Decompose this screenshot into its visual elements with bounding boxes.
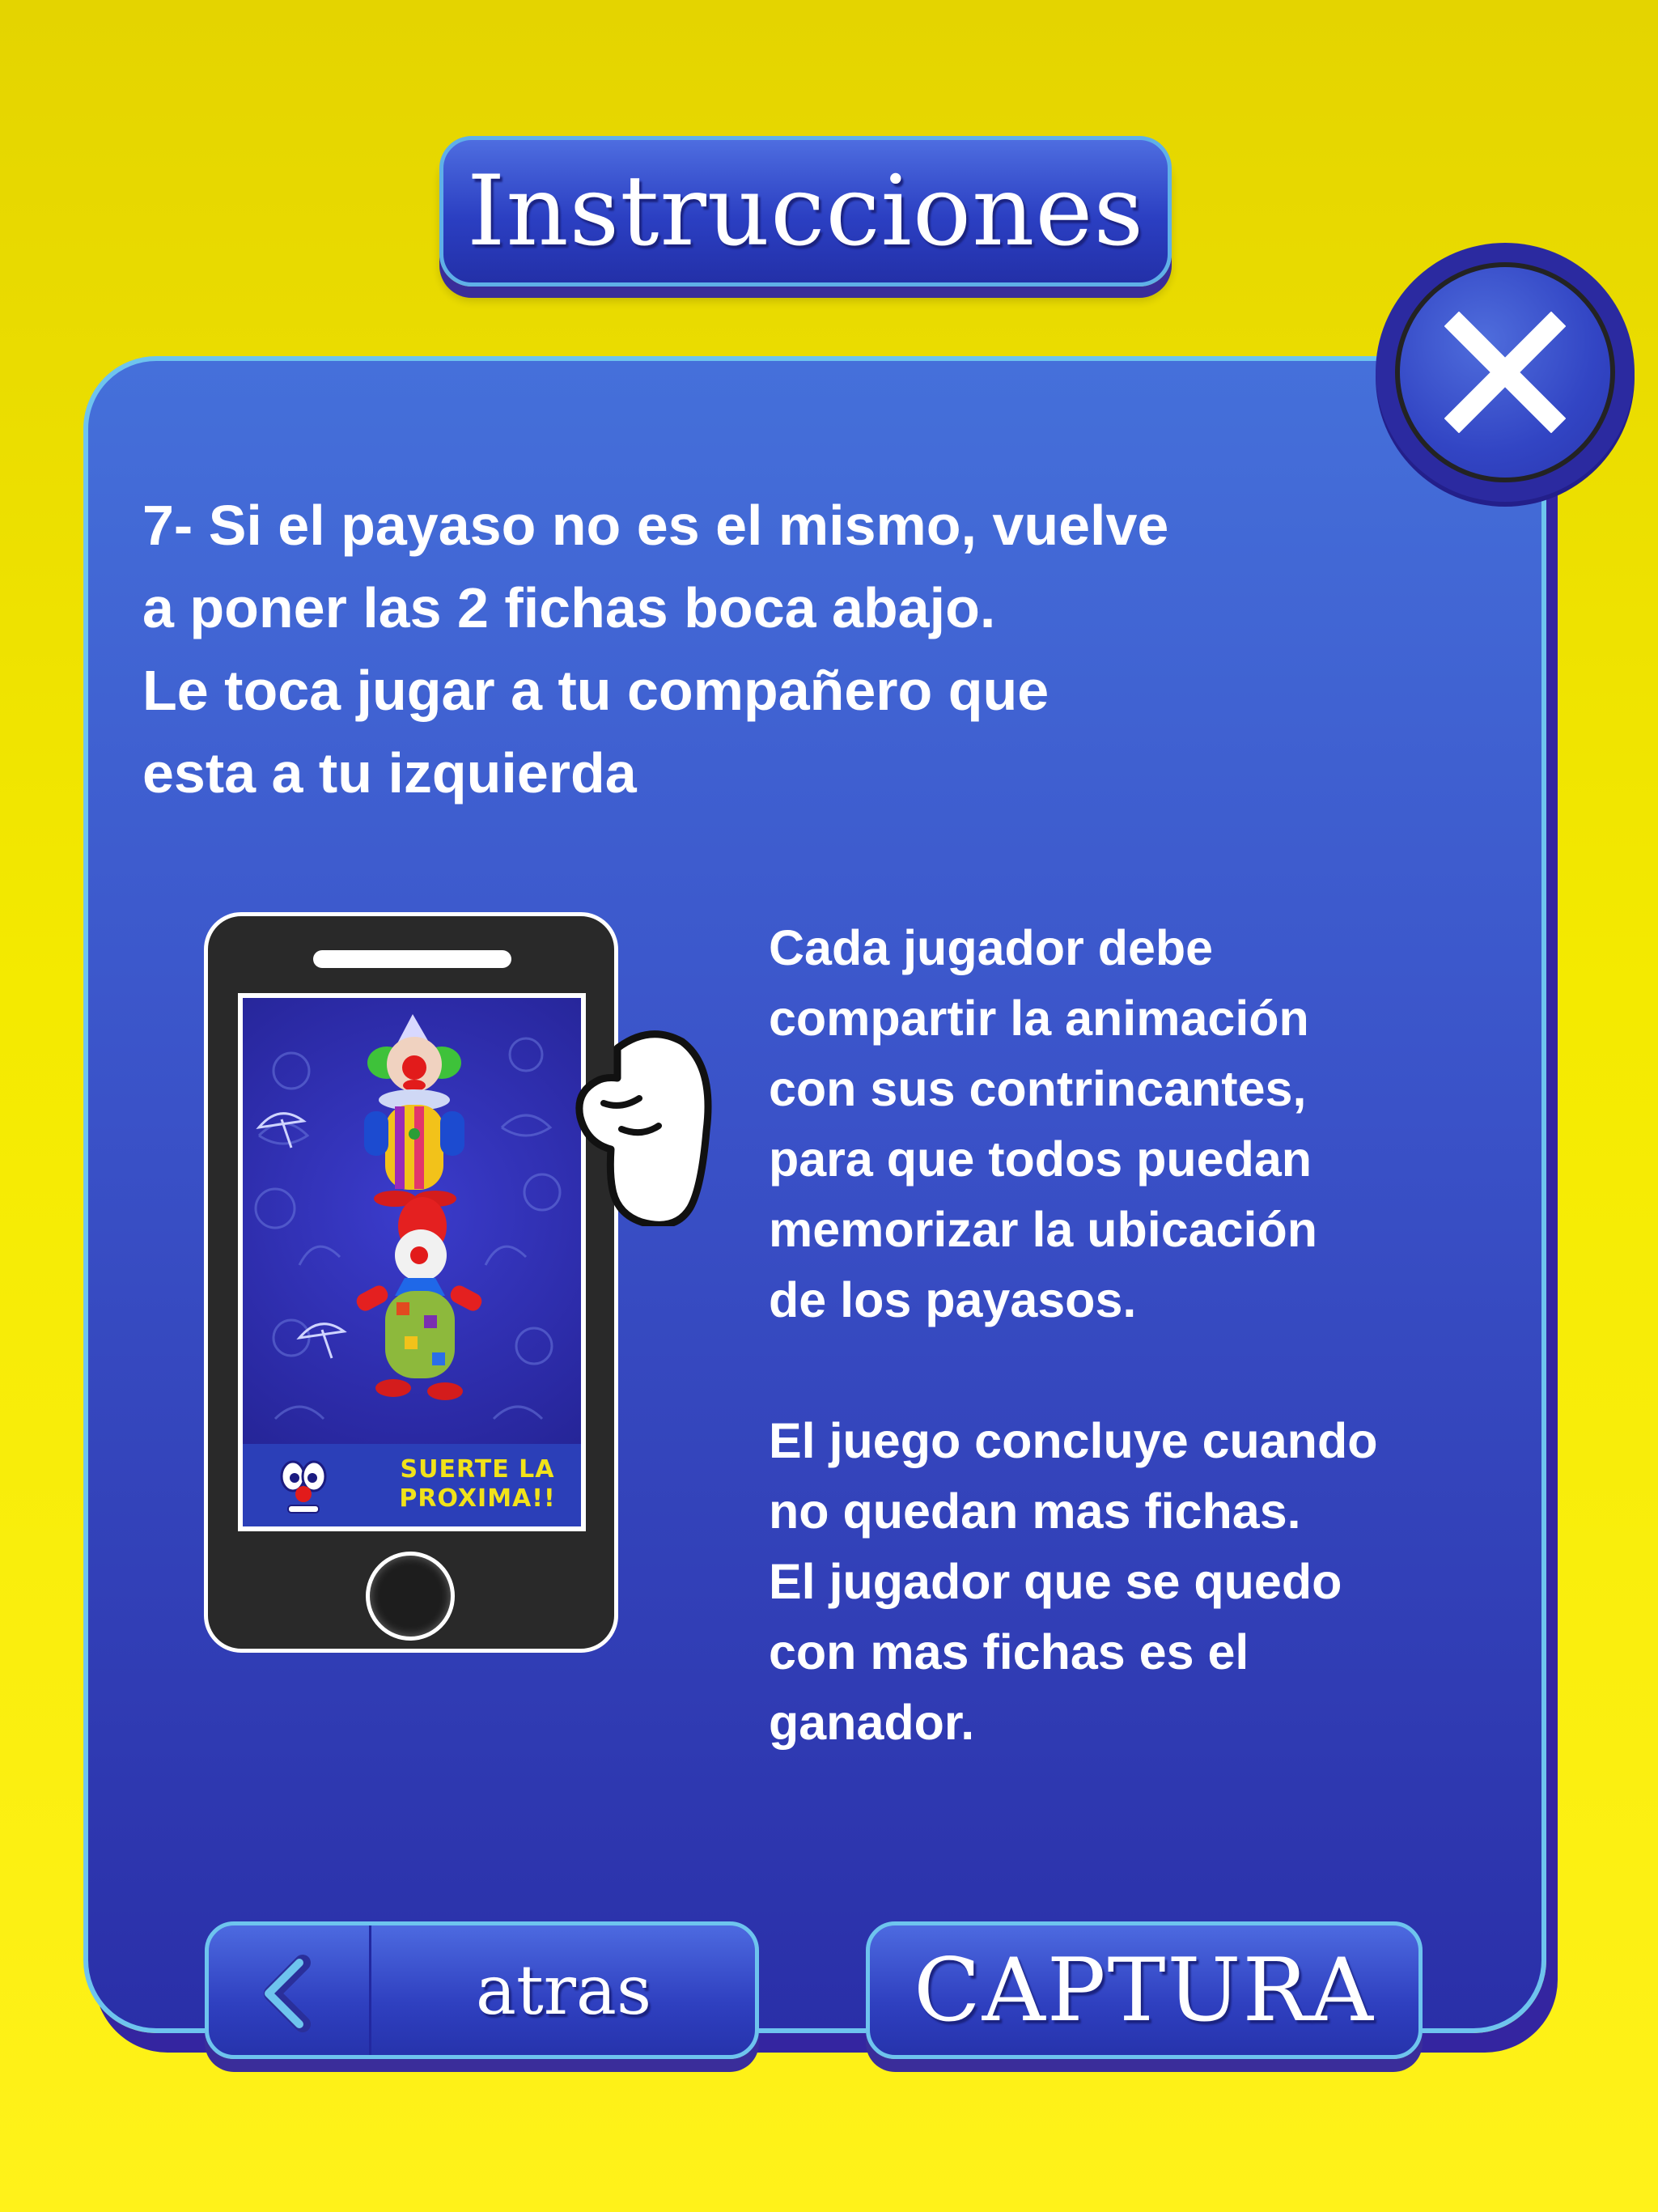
- share-line: Cada jugador debe: [769, 920, 1214, 975]
- close-button[interactable]: [1376, 243, 1635, 502]
- end-line: no quedan mas fichas.: [769, 1484, 1301, 1539]
- phone-speaker: [313, 950, 511, 968]
- page-title: Instrucciones: [466, 155, 1145, 268]
- end-line: ganador.: [769, 1695, 975, 1750]
- step-instructions: 7- Si el payaso no es el mismo, vuelve a…: [142, 484, 1405, 814]
- phone-home-button: [366, 1552, 455, 1641]
- phone-screen-banner: SUERTE LA PROXIMA!!: [243, 1444, 581, 1526]
- glove-hand-icon: [575, 1030, 712, 1226]
- phone-screen: SUERTE LA PROXIMA!!: [238, 993, 586, 1531]
- step-line: Le toca jugar a tu compañero que: [142, 659, 1050, 722]
- title-tab: Instrucciones: [439, 136, 1172, 287]
- clowns-illustration: [254, 1014, 562, 1420]
- capture-button-label: CAPTURA: [914, 1939, 1375, 2041]
- share-line: compartir la animación: [769, 991, 1309, 1046]
- back-button-label: atras: [475, 1951, 652, 2030]
- banner-line: SUERTE LA: [400, 1455, 555, 1484]
- end-line: El juego concluye cuando: [769, 1413, 1378, 1468]
- step-line: 7- Si el payaso no es el mismo, vuelve: [142, 494, 1169, 557]
- share-line: de los payasos.: [769, 1272, 1137, 1327]
- banner-line: PROXIMA!!: [399, 1484, 556, 1513]
- share-line: para que todos puedan: [769, 1131, 1312, 1187]
- phone-illustration: SUERTE LA PROXIMA!!: [204, 912, 618, 1653]
- share-line: con sus contrincantes,: [769, 1061, 1307, 1116]
- close-icon: [1444, 312, 1566, 433]
- share-instructions: Cada jugador debe compartir la animación…: [769, 913, 1546, 1758]
- clown-face-icon: [280, 1460, 327, 1514]
- share-line: memorizar la ubicación: [769, 1202, 1317, 1257]
- close-button-face[interactable]: [1395, 262, 1615, 482]
- step-line: esta a tu izquierda: [142, 741, 637, 805]
- end-line: con mas fichas es el: [769, 1624, 1249, 1679]
- phone-screen-content: SUERTE LA PROXIMA!!: [243, 998, 581, 1526]
- end-line: El jugador que se quedo: [769, 1554, 1342, 1609]
- capture-button[interactable]: CAPTURA: [866, 1921, 1423, 2059]
- banner-text: SUERTE LA PROXIMA!!: [380, 1455, 575, 1514]
- step-line: a poner las 2 fichas boca abajo.: [142, 576, 996, 639]
- back-button-divider: [369, 1925, 371, 2055]
- back-button[interactable]: atras: [205, 1921, 759, 2059]
- chevron-left-icon: [264, 1955, 311, 2032]
